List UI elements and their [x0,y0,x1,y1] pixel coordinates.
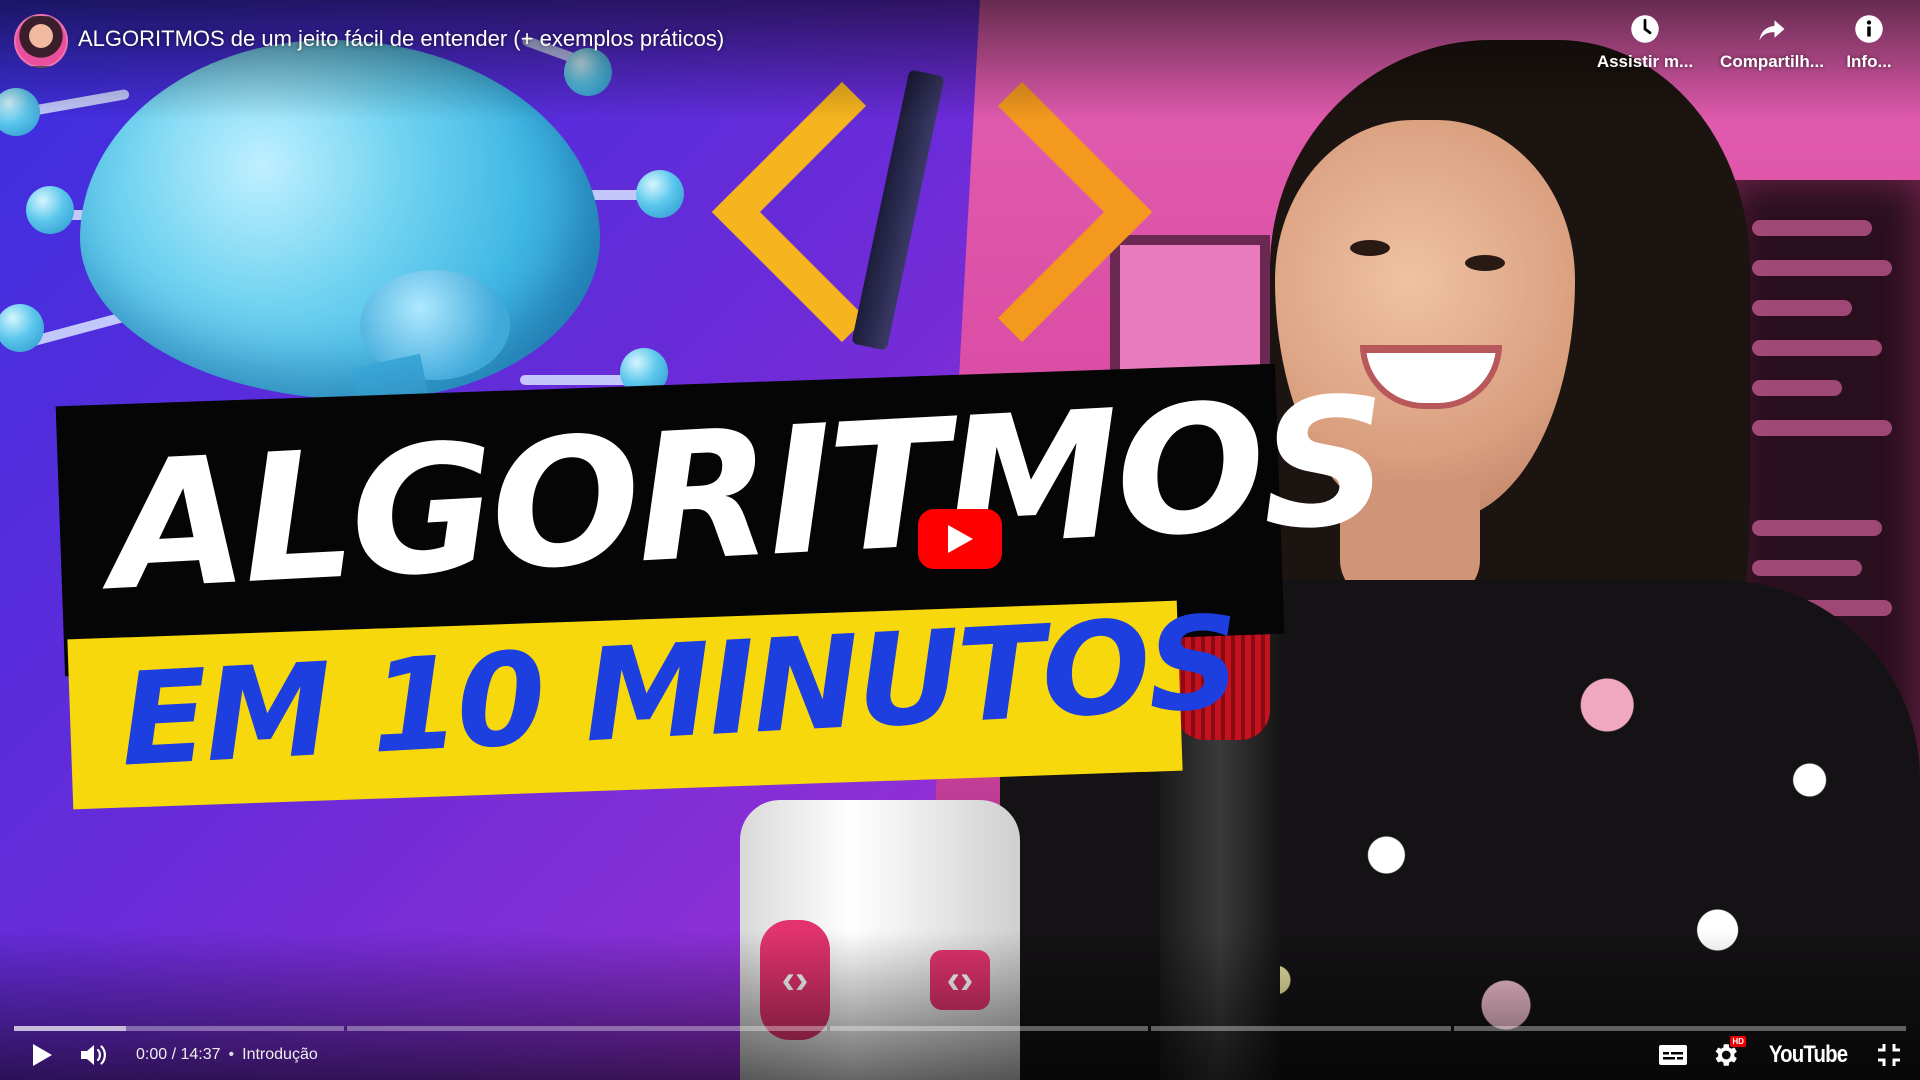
play-icon [33,1044,52,1066]
chapter-segment[interactable] [347,1026,827,1031]
hd-badge: HD [1730,1036,1746,1047]
play-icon [948,525,973,553]
watch-later-label: Assistir m... [1596,52,1694,71]
chapter-segment[interactable] [14,1026,344,1031]
subtitles-icon [1658,1045,1687,1065]
volume-button[interactable] [76,1040,112,1070]
total-time: 14:37 [180,1046,221,1063]
time-display: 0:00 / 14:37 [136,1046,221,1064]
clock-icon [1631,15,1659,43]
current-time: 0:00 [136,1046,168,1063]
network-node [636,170,684,218]
share-icon [1759,20,1785,41]
video-title[interactable]: ALGORITMOS de um jeito fácil de entender… [78,26,724,52]
volume-icon [81,1045,106,1065]
exit-fullscreen-icon [1878,1044,1900,1066]
network-node [26,186,74,234]
progress-bar[interactable] [14,1026,1906,1031]
chapter-separator: • [228,1046,235,1063]
chapter-title-button[interactable]: Introdução [242,1046,318,1064]
settings-button[interactable]: HD [1710,1036,1746,1070]
time-separator: / [167,1046,181,1063]
chapter-segment[interactable] [1454,1026,1906,1031]
chapter-segment[interactable] [830,1026,1148,1031]
controls-left: 0:00 / 14:37 • Introdução [24,1040,318,1070]
info-icon [1855,15,1883,43]
large-play-button[interactable] [918,509,1002,569]
eye [1350,240,1390,256]
watch-later-button[interactable]: Assistir m... [1580,14,1710,72]
youtube-logo-button[interactable]: YouTube [1769,1041,1848,1069]
info-button[interactable]: Info... [1804,14,1920,72]
controls-right: HD YouTube [1658,1036,1902,1070]
eye [1465,255,1505,271]
exit-fullscreen-button[interactable] [1876,1042,1902,1068]
channel-avatar[interactable] [14,14,68,68]
info-label: Info... [1846,52,1892,71]
video-player[interactable]: ‹› ‹› ALGORITMOS EM 10 MINUTOS ALGORITMO… [0,0,1920,1080]
chapter-segment[interactable] [1151,1026,1451,1031]
subtitles-button[interactable] [1658,1043,1688,1067]
play-button[interactable] [24,1040,60,1070]
